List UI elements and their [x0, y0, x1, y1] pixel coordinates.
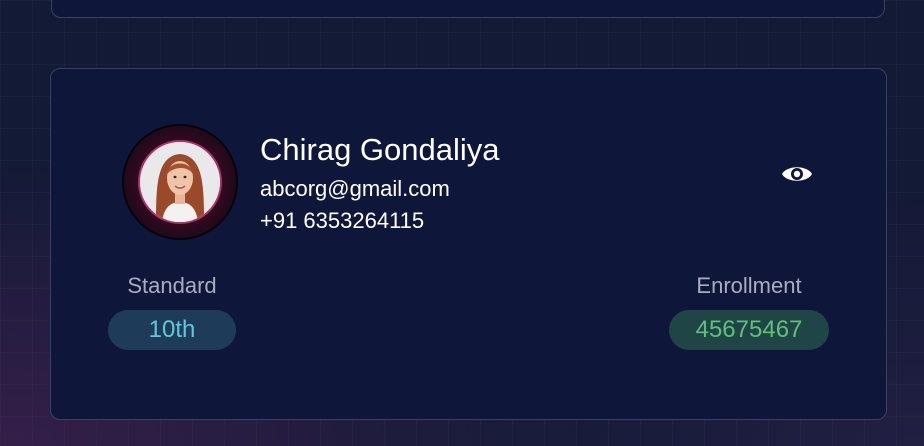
student-avatar-photo: [138, 140, 222, 224]
eye-icon: [782, 167, 812, 181]
enrollment-badge: 45675467: [669, 310, 829, 350]
student-card: Chirag Gondaliya abcorg@gmail.com +91 63…: [50, 68, 887, 420]
avatar: [124, 126, 236, 238]
view-details-button[interactable]: [777, 159, 817, 189]
standard-label: Standard: [127, 273, 217, 298]
standard-badge: 10th: [108, 310, 236, 350]
enrollment-label: Enrollment: [696, 273, 802, 298]
previous-student-card: [51, 0, 885, 18]
student-name: Chirag Gondaliya: [260, 132, 500, 167]
student-phone: +91 6353264115: [260, 208, 425, 233]
student-email: abcorg@gmail.com: [260, 176, 450, 201]
